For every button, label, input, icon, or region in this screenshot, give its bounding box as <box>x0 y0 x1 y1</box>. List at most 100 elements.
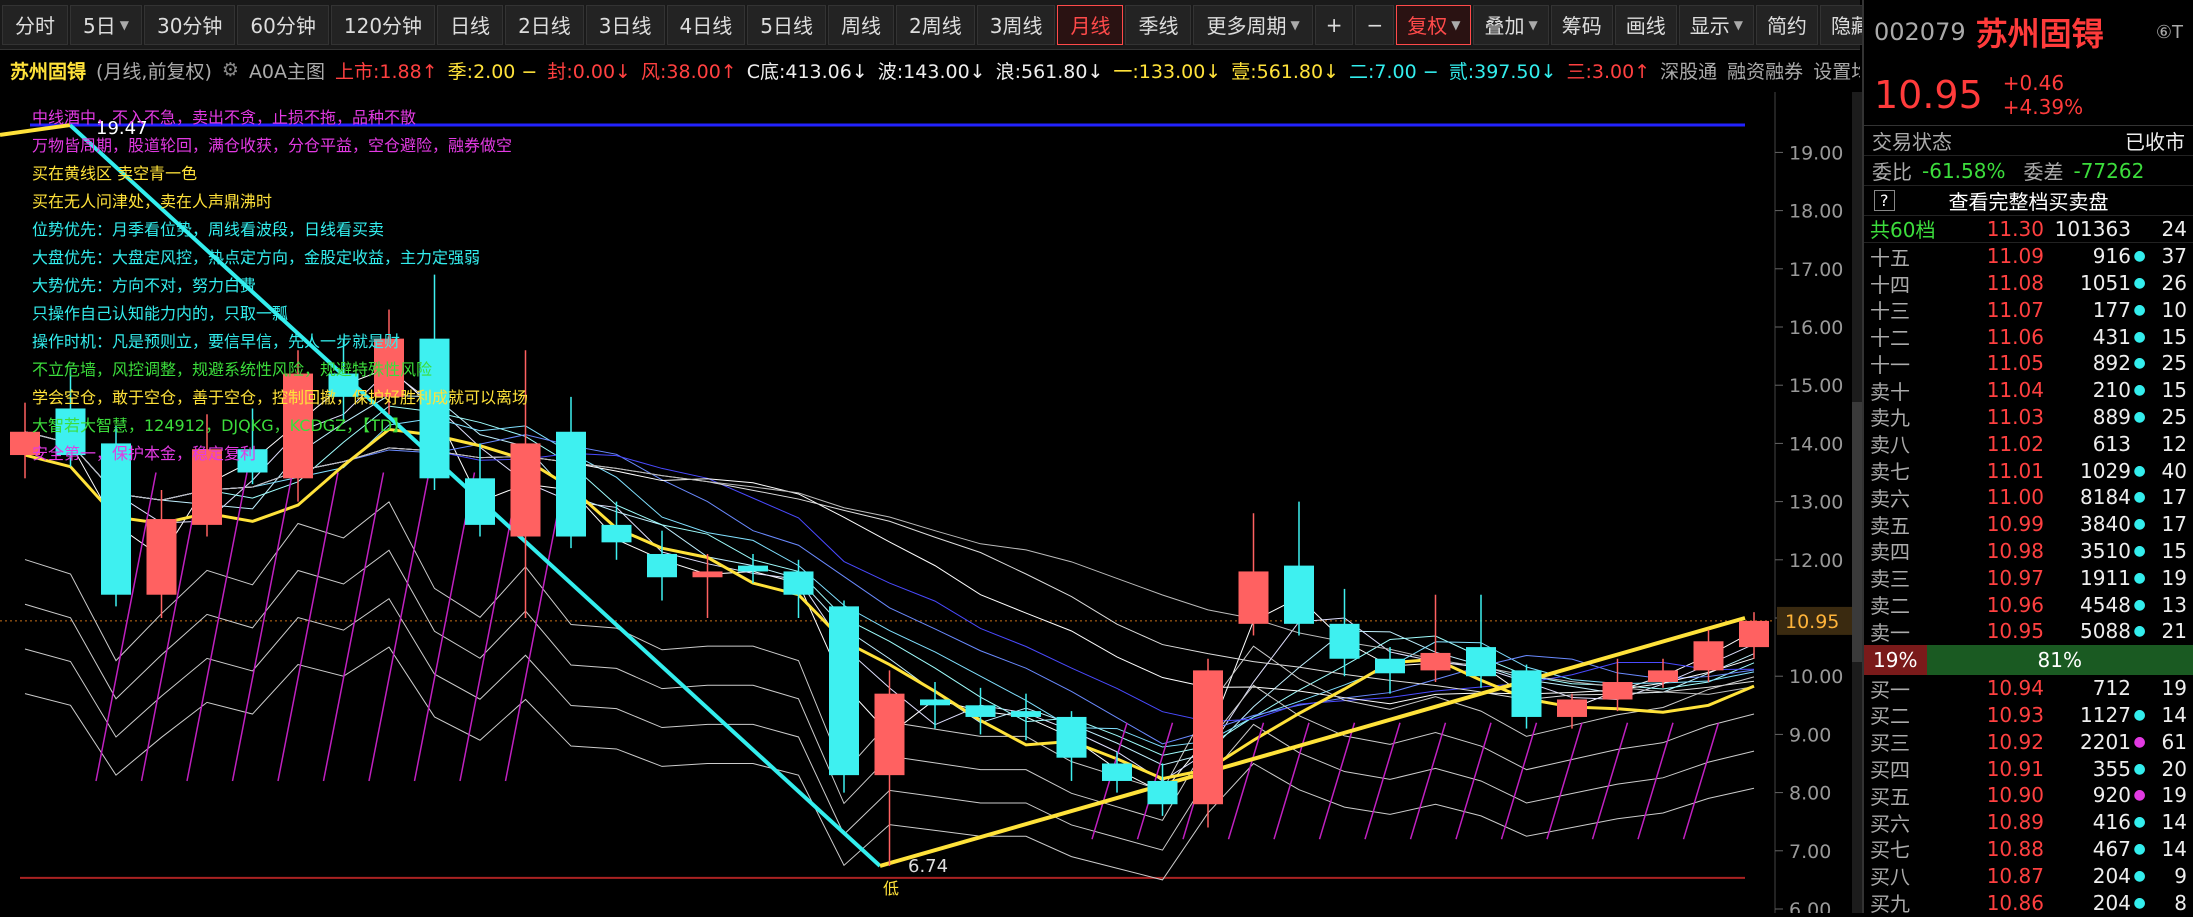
chart-scrollbar[interactable] <box>1852 92 1862 913</box>
asks-row[interactable]: 十二 11.06 431 ● 15 <box>1864 323 2193 351</box>
price-row: 10.95 +0.46 +4.39% <box>1864 64 2193 126</box>
period-button-14[interactable]: 季线 <box>1125 4 1192 45</box>
bids-row[interactable]: 买七 10.88 467 ● 14 <box>1864 836 2193 863</box>
asks-row[interactable]: 卖一 10.95 5088 ● 21 <box>1864 618 2193 645</box>
indicator-value[interactable]: 设置均线 ▾ <box>1813 57 1860 84</box>
bids-row[interactable]: 买三 10.92 2201 ● 61 <box>1864 728 2193 756</box>
asks-row[interactable]: 卖七 11.01 1029 ● 40 <box>1864 457 2193 485</box>
asks-volume: 613 <box>2092 431 2131 456</box>
period-button-3[interactable]: 60分钟 <box>237 4 329 45</box>
chevron-down-icon: ▼ <box>1733 17 1743 32</box>
bids-row[interactable]: 买二 10.93 1127 ● 14 <box>1864 702 2193 729</box>
toolbar-tool-5[interactable]: 画线 <box>1614 4 1677 45</box>
scrollbar-thumb[interactable] <box>1852 402 1862 662</box>
help-icon[interactable]: ? <box>1874 190 1895 211</box>
period-button-6[interactable]: 2日线 <box>505 4 584 45</box>
period-button-12[interactable]: 3周线 <box>976 4 1056 45</box>
y-tick-label: 10.00 <box>1789 666 1843 688</box>
y-tick-label: 12.00 <box>1789 550 1843 572</box>
asks-volume: 1029 <box>2080 458 2131 483</box>
bids-row[interactable]: 买八 10.87 204 ● 9 <box>1864 862 2193 890</box>
asks-row[interactable]: 十五 11.09 916 ● 37 <box>1864 243 2193 270</box>
bids-level: 买四 <box>1870 758 1910 783</box>
dot-icon: ● <box>2133 894 2146 911</box>
asks-row[interactable]: 卖六 11.00 8184 ● 17 <box>1864 484 2193 511</box>
asks-row[interactable]: 十四 11.08 1051 ● 26 <box>1864 270 2193 297</box>
toolbar-tool-6[interactable]: 显示 ▼ <box>1678 4 1754 45</box>
bids-volume: 467 <box>2092 836 2131 861</box>
bids-row[interactable]: 买四 10.91 355 ● 20 <box>1864 755 2193 783</box>
asks-row[interactable]: 卖九 11.03 889 ● 25 <box>1864 404 2193 431</box>
period-button-4[interactable]: 120分钟 <box>330 4 436 45</box>
asks-price: 11.01 <box>1986 458 2044 483</box>
indicator-value: 浪:561.80↓ <box>995 60 1104 83</box>
candle-body <box>783 571 814 595</box>
dot-icon: ● <box>2133 355 2146 372</box>
bids-price: 10.94 <box>1986 676 2044 701</box>
full-book-button[interactable]: 查看完整档买卖盘 <box>1949 186 2109 215</box>
period-button-1[interactable]: 5日 ▼ <box>70 4 142 45</box>
gear-icon[interactable]: ⚙ <box>222 59 239 81</box>
total-levels-row: 共60档 11.30 101363 24 <box>1864 216 2193 243</box>
period-button-11[interactable]: 2周线 <box>896 4 975 45</box>
hatch-line <box>277 472 339 782</box>
asks-row[interactable]: 卖二 10.96 4548 ● 13 <box>1864 591 2193 619</box>
dot-icon: ● <box>2133 516 2146 533</box>
candle-body <box>1648 670 1678 683</box>
note-line: 位势优先：月季看位势，周线看波段，日线看买卖 <box>32 220 385 239</box>
current-price-label: 10.95 <box>1785 611 1839 633</box>
period-button-10[interactable]: 周线 <box>828 4 894 45</box>
indicator-value[interactable]: 融资融券 <box>1727 57 1803 84</box>
period-button-7[interactable]: 3日线 <box>585 4 665 45</box>
asks-row[interactable]: 卖三 10.97 1911 ● 19 <box>1864 564 2193 592</box>
bids-row[interactable]: 买九 10.86 204 ● 8 <box>1864 889 2193 917</box>
asks-row[interactable]: 卖五 10.99 3840 ● 17 <box>1864 511 2193 538</box>
period-button-13[interactable]: 月线 <box>1057 4 1124 45</box>
period-button-8[interactable]: 4日线 <box>666 4 746 45</box>
asks-row[interactable]: 十三 11.07 177 ● 10 <box>1864 296 2193 324</box>
asks-price: 10.95 <box>1986 619 2044 644</box>
bids-row[interactable]: 买六 10.89 416 ● 14 <box>1864 809 2193 836</box>
dot-icon: ● <box>2133 489 2146 506</box>
bids-level: 买七 <box>1870 838 1910 863</box>
dot-icon: ● <box>2133 760 2146 777</box>
full-book-row[interactable]: ? 查看完整档买卖盘 <box>1864 186 2193 216</box>
note-line: 不立危墙，风控调整，规避系统性风险，规避特殊性风险 <box>32 360 433 379</box>
candle-body <box>556 431 586 537</box>
asks-count: 25 <box>2161 404 2187 429</box>
bids-row[interactable]: 买一 10.94 712 19 <box>1864 675 2193 702</box>
period-button-0[interactable]: 分时 <box>2 4 68 45</box>
toolbar-tool-7[interactable]: 简约 <box>1755 4 1818 45</box>
note-line: 买在无人问津处，卖在人声鼎沸时 <box>32 192 273 211</box>
indicator-value[interactable]: 深股通 <box>1660 57 1717 84</box>
asks-level: 卖八 <box>1870 433 1910 458</box>
period-button-9[interactable]: 5日线 <box>747 4 826 45</box>
toolbar-tool-2[interactable]: 复权 ▼ <box>1396 4 1472 45</box>
period-button-5[interactable]: 日线 <box>437 4 504 45</box>
asks-row[interactable]: 卖八 11.02 613 12 <box>1864 430 2193 458</box>
asks-volume: 1911 <box>2080 565 2131 590</box>
toolbar-tool-0[interactable]: + <box>1314 4 1354 45</box>
weibi-row: 委比 -61.58% 委差 -77262 <box>1864 156 2193 186</box>
toolbar-tool-4[interactable]: 筹码 <box>1550 4 1613 45</box>
bids-volume: 1127 <box>2080 702 2131 727</box>
toolbar-tool-1[interactable]: − <box>1355 4 1395 45</box>
period-button-2[interactable]: 30分钟 <box>143 4 236 45</box>
bids-row[interactable]: 买五 10.90 920 ● 19 <box>1864 782 2193 809</box>
asks-row[interactable]: 卖四 10.98 3510 ● 15 <box>1864 538 2193 565</box>
bids-volume: 920 <box>2092 783 2131 808</box>
period-button-15[interactable]: 更多周期 ▼ <box>1193 4 1313 45</box>
dot-icon: ● <box>2133 867 2146 884</box>
asks-row[interactable]: 十一 11.05 892 ● 25 <box>1864 350 2193 377</box>
asks-row[interactable]: 卖十 11.04 210 ● 15 <box>1864 377 2193 404</box>
kline-chart[interactable]: 19.00 18.00 17.00 16.00 15.00 14.00 13.00 12.00… <box>0 92 1860 917</box>
last-price: 10.95 <box>1874 72 1983 117</box>
y-tick-label: 13.00 <box>1789 492 1843 514</box>
indicator-name[interactable]: A0A主图 <box>249 57 325 84</box>
asks-level: 十五 <box>1870 245 1910 270</box>
candle-body <box>1147 780 1178 805</box>
y-tick-label: 6.00 <box>1789 899 1831 913</box>
asks-count: 15 <box>2161 378 2187 403</box>
t-trade-badge: ⑥T <box>2155 21 2183 43</box>
toolbar-tool-3[interactable]: 叠加 ▼ <box>1473 4 1549 45</box>
